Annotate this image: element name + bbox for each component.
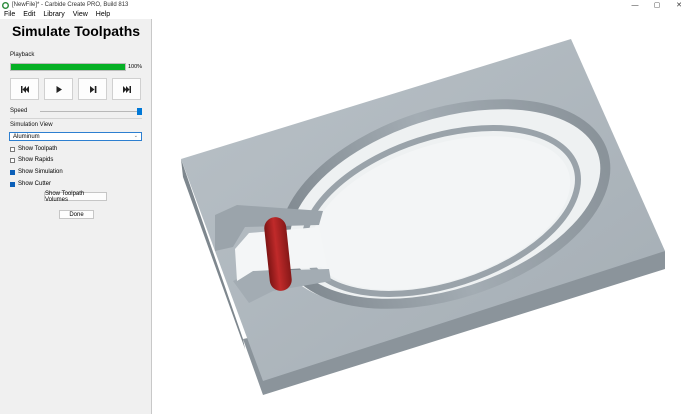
minimize-button[interactable]: — <box>624 0 646 10</box>
speed-slider-track[interactable] <box>40 111 142 112</box>
menu-file[interactable]: File <box>4 11 15 18</box>
show-rapids-checkbox[interactable]: Show Rapids <box>10 157 53 163</box>
chevron-down-icon: ⌄ <box>133 133 138 139</box>
progress-percent: 100% <box>128 64 143 70</box>
playback-progress-bar[interactable] <box>10 63 126 71</box>
progress-fill <box>11 64 125 70</box>
done-button[interactable]: Done <box>59 210 94 219</box>
menu-bar: File Edit Library View Help <box>0 10 690 19</box>
simulate-panel: Simulate Toolpaths Playback 100% Speed S… <box>0 19 152 414</box>
checkbox-label: Show Simulation <box>18 169 63 175</box>
show-toolpath-checkbox[interactable]: Show Toolpath <box>10 146 57 152</box>
window-title: [NewFile]* - Carbide Create PRO, Build 8… <box>12 2 129 8</box>
show-cutter-checkbox[interactable]: Show Cutter <box>10 181 51 187</box>
checkbox-label: Show Rapids <box>18 157 54 163</box>
show-simulation-checkbox[interactable]: Show Simulation <box>10 169 63 175</box>
speed-label: Speed <box>10 108 28 114</box>
play-button[interactable] <box>44 78 73 100</box>
play-icon <box>56 85 62 93</box>
checkbox-label: Show Cutter <box>18 181 52 187</box>
checkbox-box[interactable] <box>10 157 15 163</box>
step-forward-icon <box>89 85 96 93</box>
step-forward-button[interactable] <box>78 78 107 100</box>
skip-to-end-button[interactable] <box>112 78 141 100</box>
material-select-value: Aluminum <box>13 133 40 140</box>
speed-slider-thumb[interactable] <box>137 108 142 115</box>
menu-library[interactable]: Library <box>43 11 64 18</box>
title-bar: [NewFile]* - Carbide Create PRO, Build 8… <box>0 0 690 10</box>
skip-to-start-icon <box>20 85 29 93</box>
maximize-button[interactable]: ▢ <box>646 0 668 10</box>
close-button[interactable]: ✕ <box>668 0 690 10</box>
stock-render <box>181 39 665 395</box>
menu-edit[interactable]: Edit <box>23 11 35 18</box>
rewind-button[interactable] <box>10 78 39 100</box>
menu-view[interactable]: View <box>73 11 88 18</box>
simulation-viewport[interactable] <box>153 19 690 414</box>
playback-label: Playback <box>10 52 35 58</box>
menu-help[interactable]: Help <box>96 11 110 18</box>
skip-to-end-icon <box>122 85 131 93</box>
section-divider <box>10 118 142 119</box>
checkbox-box[interactable] <box>10 181 15 187</box>
simulation-view-label: Simulation View <box>10 122 53 128</box>
show-toolpath-volumes-button[interactable]: Show Toolpath Volumes <box>44 191 107 203</box>
material-select[interactable]: Aluminum ⌄ <box>9 132 142 141</box>
checkbox-box[interactable] <box>10 146 15 152</box>
checkbox-box[interactable] <box>10 169 15 175</box>
checkbox-label: Show Toolpath <box>18 146 58 152</box>
carbide-logo-icon <box>2 1 9 9</box>
panel-title: Simulate Toolpaths <box>11 23 141 39</box>
